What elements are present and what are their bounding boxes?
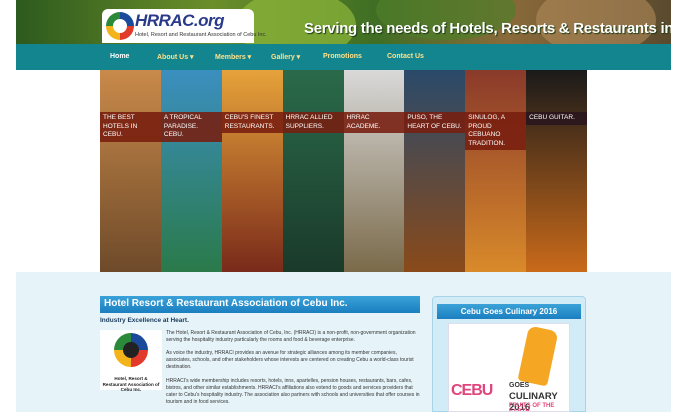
slide-panel[interactable]: HRRAC allied suppliers.	[282, 70, 344, 272]
header-banner: HRRAC.org Hotel, Resort and Restaurant A…	[16, 0, 671, 44]
association-logo-caption: Hotel, Resort & Restaurant Association o…	[102, 376, 160, 392]
culinary-poster[interactable]: CEBU GOES CULINARY 2016 FRUITS OF THE EA…	[448, 323, 570, 412]
about-paragraph-1: The Hotel, Resort & Restaurant Associati…	[166, 330, 416, 343]
nav-members[interactable]: Members ▾	[215, 53, 251, 61]
slide-caption: Cebu's finest restaurants.	[221, 112, 283, 133]
slide-caption: Cebu guitar.	[526, 112, 587, 125]
image-slider: The best hotels in Cebu. A tropical parad…	[100, 70, 587, 272]
slide-caption: A tropical paradise. Cebu.	[160, 112, 222, 142]
poster-fruits-text: FRUITS OF THE EARTH	[509, 403, 555, 412]
spoon-graphic	[517, 325, 559, 387]
logo-icon	[106, 12, 134, 40]
about-paragraph-2: As voice the industry, HRRACI provides a…	[166, 350, 414, 370]
nav-gallery[interactable]: Gallery ▾	[271, 53, 300, 61]
nav-promotions[interactable]: Promotions	[323, 53, 362, 60]
nav-contact-us[interactable]: Contact Us	[387, 53, 424, 60]
slide-caption: HRRAC Academe.	[343, 112, 405, 133]
main-nav: Home About Us ▾ Members ▾ Gallery ▾ Prom…	[16, 44, 671, 70]
about-subtitle: Industry Excellence at Heart.	[100, 317, 189, 324]
logo-text: HRRAC.org	[135, 11, 225, 30]
poster-goes-text: GOES	[509, 382, 530, 389]
slide-caption: Sinulog, a proud Cebuano tradition.	[465, 112, 527, 150]
about-title: Hotel Resort & Restaurant Association of…	[100, 296, 420, 313]
slide-panel[interactable]: A tropical paradise. Cebu.	[160, 70, 222, 272]
site-logo[interactable]: HRRAC.org Hotel, Resort and Restaurant A…	[102, 9, 267, 43]
sidebar-title: Cebu Goes Culinary 2016	[437, 304, 581, 319]
association-logo-icon	[114, 333, 148, 367]
logo-subtitle: Hotel, Resort and Restaurant Association…	[135, 32, 267, 38]
nav-home[interactable]: Home	[110, 53, 129, 60]
slide-caption: The best hotels in Cebu.	[100, 112, 161, 142]
nav-about-us[interactable]: About Us ▾	[157, 53, 194, 61]
slide-panel[interactable]: Puso, the heart of Cebu.	[404, 70, 466, 272]
header-tagline: Serving the needs of Hotels, Resorts & R…	[304, 20, 671, 37]
association-logo: Hotel, Resort & Restaurant Association o…	[100, 330, 162, 392]
slide-panel[interactable]: Sinulog, a proud Cebuano tradition.	[465, 70, 527, 272]
poster-cebu-text: CEBU	[451, 382, 493, 399]
slide-panel[interactable]: Cebu guitar.	[526, 70, 587, 272]
slide-panel[interactable]: Cebu's finest restaurants.	[221, 70, 283, 272]
slide-caption: Puso, the heart of Cebu.	[404, 112, 466, 133]
about-paragraph-3: HRRACI's wide membership includes resort…	[166, 378, 420, 405]
slide-panel[interactable]: The best hotels in Cebu.	[100, 70, 161, 272]
slide-panel[interactable]: HRRAC Academe.	[343, 70, 405, 272]
slide-caption: HRRAC allied suppliers.	[282, 112, 344, 133]
page: HRRAC.org Hotel, Resort and Restaurant A…	[0, 0, 687, 412]
